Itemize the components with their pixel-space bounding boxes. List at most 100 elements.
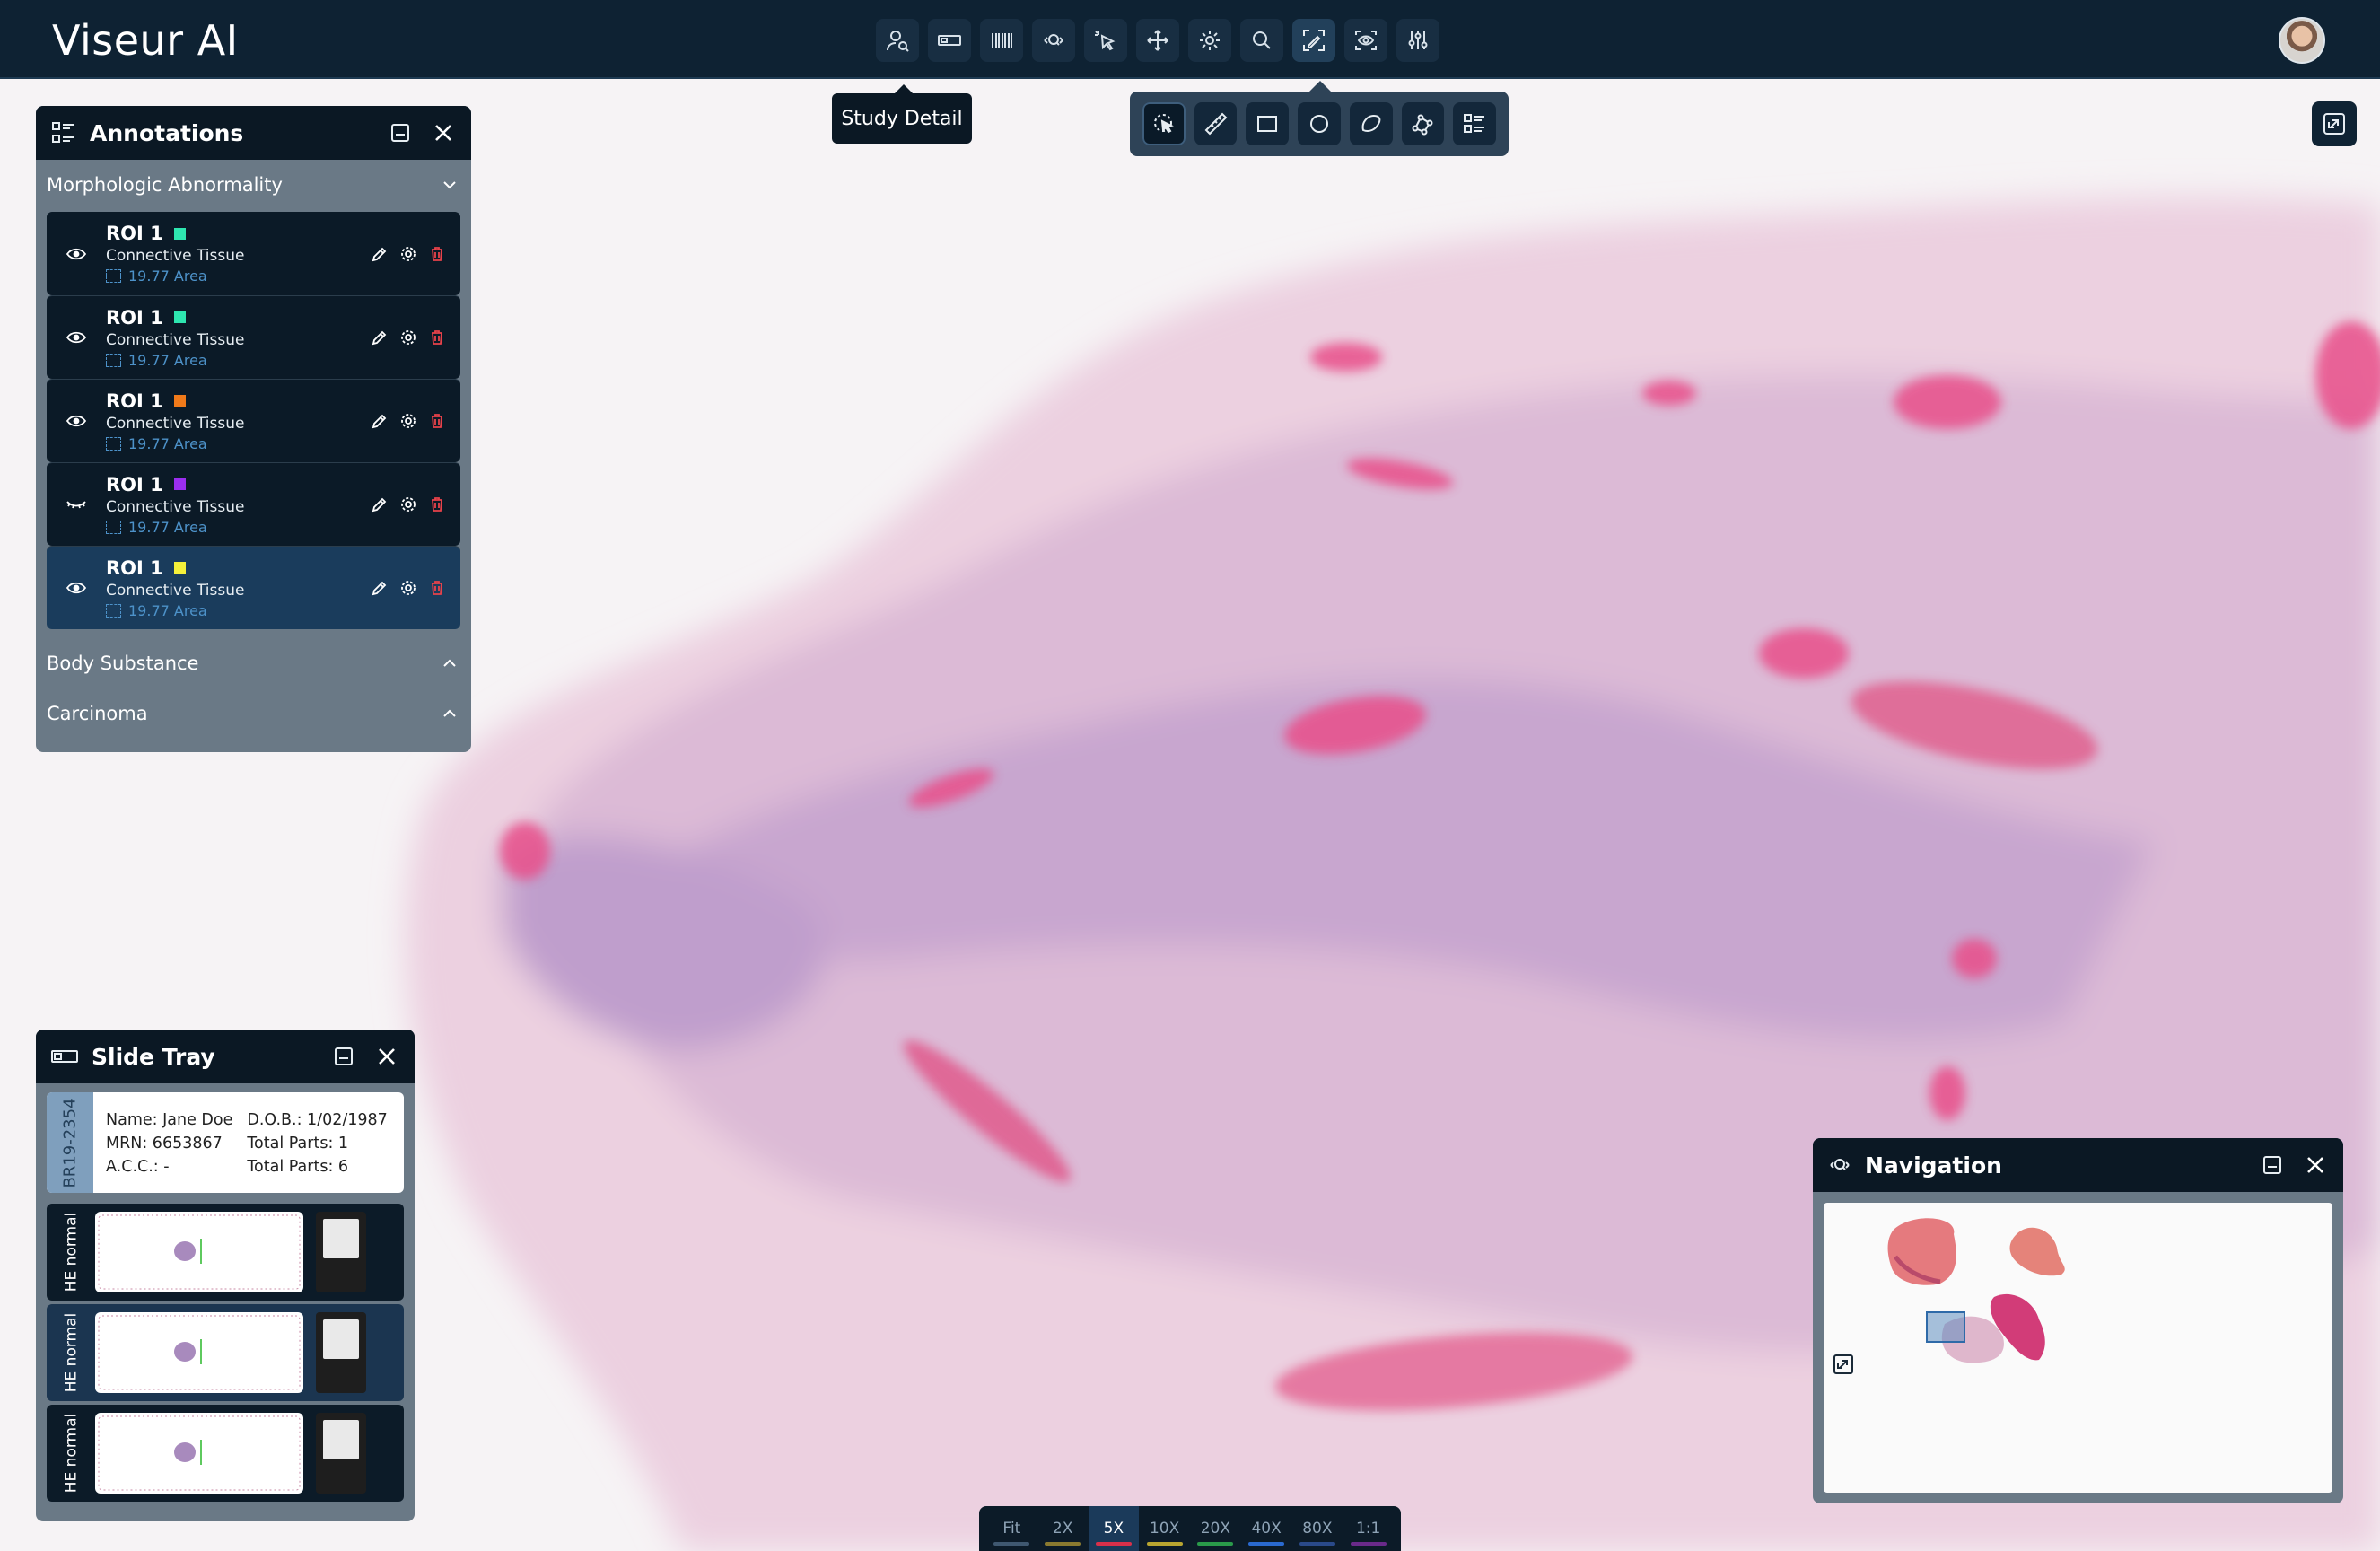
polygon-icon[interactable]: [1401, 102, 1445, 145]
roi-type: Connective Tissue: [106, 497, 245, 516]
slide-item[interactable]: HE normal: [47, 1304, 404, 1401]
trash-icon[interactable]: [428, 412, 446, 430]
gear-icon[interactable]: [399, 412, 417, 430]
minimize-icon[interactable]: [2259, 1152, 2286, 1179]
roi-item[interactable]: ROI 1 Connective Tissue 19.77 Area: [47, 212, 460, 295]
zoom-20x-button[interactable]: 20X: [1190, 1506, 1241, 1551]
gear-icon[interactable]: [399, 245, 417, 263]
slide-icon[interactable]: [928, 19, 971, 62]
roi-item[interactable]: ROI 1 Connective Tissue 19.77 Area: [47, 462, 460, 546]
eye-icon[interactable]: [66, 331, 93, 344]
zoom-1to1-button[interactable]: 1:1: [1343, 1506, 1394, 1551]
roi-type: Connective Tissue: [106, 414, 245, 433]
roi-item[interactable]: ROI 1 Connective Tissue 19.77 Area: [47, 295, 460, 379]
navigation-minimap[interactable]: [1824, 1203, 2332, 1493]
edit-icon[interactable]: [371, 579, 389, 597]
brightness-icon[interactable]: [1188, 19, 1231, 62]
adjust-sliders-icon[interactable]: [1396, 19, 1439, 62]
trash-icon[interactable]: [428, 495, 446, 513]
roi-item[interactable]: ROI 1 Connective Tissue 19.77 Area: [47, 379, 460, 462]
edit-icon[interactable]: [371, 245, 389, 263]
annotate-icon[interactable]: [1292, 19, 1335, 62]
zoom-label: 5X: [1103, 1520, 1124, 1538]
user-search-icon[interactable]: [876, 19, 919, 62]
eye-icon[interactable]: [66, 415, 93, 427]
group-morphologic-abnormality[interactable]: Morphologic Abnormality: [36, 160, 471, 210]
annotations-title: Annotations: [90, 119, 244, 146]
zoom-bar-indicator: [1197, 1542, 1234, 1546]
annotations-header: Annotations: [36, 106, 471, 160]
minimize-icon[interactable]: [387, 119, 414, 146]
expand-view-button[interactable]: [2312, 101, 2357, 146]
circle-icon[interactable]: [1298, 102, 1341, 145]
roi-list: ROI 1 Connective Tissue 19.77 Area ROI 1…: [36, 210, 471, 638]
zoom-fit-button[interactable]: Fit: [986, 1506, 1037, 1551]
main-toolbar: [876, 19, 1439, 62]
group-body-substance[interactable]: Body Substance: [36, 638, 471, 688]
annotations-panel: Annotations Morphologic Abnormality ROI …: [36, 106, 471, 752]
zoom-search-icon[interactable]: [1032, 19, 1075, 62]
zoom-2x-button[interactable]: 2X: [1037, 1506, 1089, 1551]
edit-icon[interactable]: [371, 329, 389, 346]
roi-area: 19.77 Area: [128, 351, 207, 369]
zoom-label: 10X: [1149, 1520, 1180, 1538]
barcode-icon[interactable]: [980, 19, 1023, 62]
list-icon[interactable]: [1453, 102, 1497, 145]
trash-icon[interactable]: [428, 245, 446, 263]
chevron-up-icon: [443, 709, 456, 717]
patient-acc: A.C.C.: -: [106, 1158, 170, 1176]
eye-hidden-icon[interactable]: [66, 498, 93, 511]
slide-thumbnail: [95, 1413, 303, 1494]
slide-label-image: [316, 1212, 366, 1292]
edit-icon[interactable]: [371, 495, 389, 513]
freehand-icon[interactable]: [1349, 102, 1393, 145]
top-bar: Viseur AI: [0, 0, 2380, 79]
zoom-5x-button[interactable]: 5X: [1088, 1506, 1140, 1551]
slide-icon: [50, 1046, 79, 1067]
patient-card[interactable]: BR19-2354 Name: Jane Doe MRN: 6653867 A.…: [47, 1092, 404, 1193]
group-carcinoma[interactable]: Carcinoma: [36, 688, 471, 739]
gear-icon[interactable]: [399, 579, 417, 597]
ruler-icon[interactable]: [1194, 102, 1238, 145]
app-logo[interactable]: Viseur AI: [52, 16, 239, 65]
select-pointer-icon[interactable]: [1142, 102, 1186, 145]
area-icon: [106, 436, 121, 451]
patient-mrn: MRN: 6653867: [106, 1135, 223, 1152]
slide-tray-title: Slide Tray: [92, 1043, 215, 1070]
expand-minimap-icon[interactable]: [1833, 1354, 1854, 1375]
close-icon[interactable]: [373, 1043, 400, 1070]
gear-icon[interactable]: [399, 495, 417, 513]
user-avatar[interactable]: [2279, 17, 2325, 64]
edit-icon[interactable]: [371, 412, 389, 430]
move-icon[interactable]: [1136, 19, 1179, 62]
roi-color-swatch: [173, 395, 186, 407]
zoom-label: Fit: [1002, 1520, 1021, 1538]
slide-thumbnail: [95, 1312, 303, 1393]
slide-label-image: [316, 1413, 366, 1494]
search-icon[interactable]: [1240, 19, 1283, 62]
eye-icon[interactable]: [66, 582, 93, 594]
zoom-search-icon: [1827, 1152, 1852, 1178]
roi-type: Connective Tissue: [106, 330, 245, 349]
group-title: Body Substance: [47, 653, 199, 674]
total-parts: Total Parts: 1: [247, 1135, 349, 1152]
navigation-header: Navigation: [1813, 1138, 2343, 1192]
slide-item[interactable]: HE normal: [47, 1405, 404, 1502]
roi-type: Connective Tissue: [106, 581, 245, 600]
slide-item[interactable]: HE normal: [47, 1204, 404, 1301]
rectangle-icon[interactable]: [1246, 102, 1290, 145]
roi-item[interactable]: ROI 1 Connective Tissue 19.77 Area: [47, 546, 460, 629]
trash-icon[interactable]: [428, 329, 446, 346]
eye-scan-icon[interactable]: [1344, 19, 1387, 62]
close-icon[interactable]: [2302, 1152, 2329, 1179]
zoom-80x-button[interactable]: 80X: [1292, 1506, 1343, 1551]
close-icon[interactable]: [430, 119, 457, 146]
gear-icon[interactable]: [399, 329, 417, 346]
pointer-icon[interactable]: [1084, 19, 1127, 62]
zoom-10x-button[interactable]: 10X: [1139, 1506, 1190, 1551]
eye-icon[interactable]: [66, 248, 93, 260]
zoom-40x-button[interactable]: 40X: [1241, 1506, 1292, 1551]
trash-icon[interactable]: [428, 579, 446, 597]
roi-area: 19.77 Area: [128, 518, 207, 536]
minimize-icon[interactable]: [330, 1043, 357, 1070]
